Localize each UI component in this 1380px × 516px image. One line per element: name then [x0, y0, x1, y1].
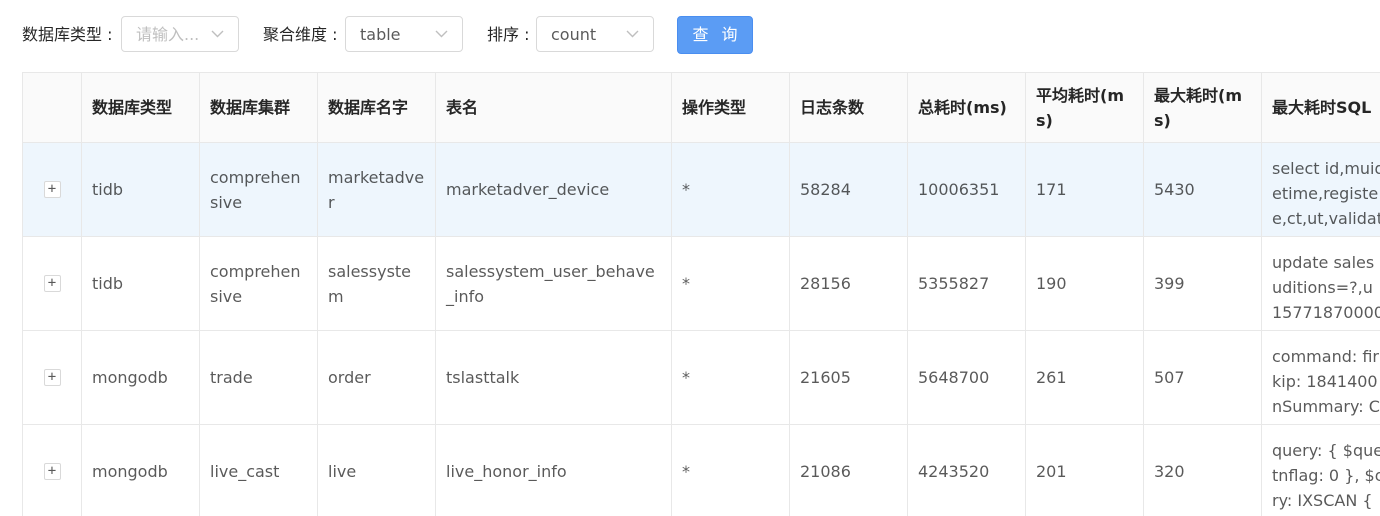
db-type-select[interactable]: 请输入...: [121, 16, 239, 52]
sort-label: 排序 :: [487, 25, 530, 44]
expand-cell: +: [22, 142, 82, 237]
table-row[interactable]: + tidb comprehensive marketadver marketa…: [22, 142, 1380, 237]
cell-op-type: *: [671, 236, 790, 331]
cell-total-ms: 5648700: [907, 330, 1026, 425]
cell-table-name: salessystem_user_behave_info: [435, 236, 672, 331]
sql-line: query: { $que: [1272, 441, 1380, 460]
header-db-cluster[interactable]: 数据库集群: [199, 72, 318, 143]
query-button[interactable]: 查 询: [677, 16, 753, 54]
sort-select[interactable]: count: [536, 16, 654, 52]
dimension-value: table: [360, 25, 401, 44]
header-db-type[interactable]: 数据库类型: [81, 72, 200, 143]
cell-db-cluster: comprehensive: [199, 142, 318, 237]
plus-icon[interactable]: +: [43, 463, 61, 480]
sql-line: 15771870000: [1272, 303, 1380, 322]
cell-max-sql: query: { $que tnflag: 0 }, $o ry: IXSCAN…: [1261, 424, 1380, 516]
sql-line: tnflag: 0 }, $o: [1272, 466, 1380, 485]
cell-db-type: tidb: [81, 236, 200, 331]
cell-op-type: *: [671, 424, 790, 516]
cell-max-sql: update sales uditions=?,u 15771870000: [1261, 236, 1380, 331]
sort-value: count: [551, 25, 597, 44]
sql-line: ry: IXSCAN {: [1272, 491, 1373, 510]
cell-log-count: 58284: [789, 142, 908, 237]
results-table-container: 数据库类型 数据库集群 数据库名字 表名 操作类型 日志条数 总耗时(ms) 平…: [22, 72, 1380, 516]
header-expand: [22, 72, 82, 143]
db-type-placeholder: 请输入...: [136, 25, 200, 44]
expand-cell: +: [22, 330, 82, 425]
cell-avg-ms: 171: [1025, 142, 1144, 237]
cell-db-name: marketadver: [317, 142, 436, 237]
cell-db-name: order: [317, 330, 436, 425]
sql-line: e,ct,ut,validat: [1272, 209, 1380, 228]
expand-cell: +: [22, 424, 82, 516]
sql-line: update sales: [1272, 253, 1375, 272]
cell-max-ms: 320: [1143, 424, 1262, 516]
cell-table-name: marketadver_device: [435, 142, 672, 237]
cell-db-type: mongodb: [81, 424, 200, 516]
sql-line: kip: 1841400: [1272, 372, 1378, 391]
header-log-count[interactable]: 日志条数: [789, 72, 908, 143]
cell-max-sql: command: fir kip: 1841400 nSummary: C: [1261, 330, 1380, 425]
cell-db-name: live: [317, 424, 436, 516]
cell-db-type: tidb: [81, 142, 200, 237]
header-total-ms[interactable]: 总耗时(ms): [907, 72, 1026, 143]
table-header-row: 数据库类型 数据库集群 数据库名字 表名 操作类型 日志条数 总耗时(ms) 平…: [22, 72, 1380, 143]
cell-log-count: 28156: [789, 236, 908, 331]
header-db-name[interactable]: 数据库名字: [317, 72, 436, 143]
db-type-label: 数据库类型 :: [22, 25, 113, 44]
chevron-down-icon: [435, 30, 448, 38]
cell-total-ms: 4243520: [907, 424, 1026, 516]
dimension-label: 聚合维度 :: [263, 25, 338, 44]
cell-log-count: 21086: [789, 424, 908, 516]
table-row[interactable]: + tidb comprehensive salessystem salessy…: [22, 236, 1380, 331]
cell-total-ms: 5355827: [907, 236, 1026, 331]
cell-db-cluster: trade: [199, 330, 318, 425]
cell-max-ms: 507: [1143, 330, 1262, 425]
chevron-down-icon: [211, 30, 224, 38]
dimension-select[interactable]: table: [345, 16, 463, 52]
plus-icon[interactable]: +: [43, 181, 61, 198]
sql-line: nSummary: C: [1272, 397, 1380, 416]
header-max-sql[interactable]: 最大耗时SQL: [1261, 72, 1380, 143]
header-table-name[interactable]: 表名: [435, 72, 672, 143]
cell-op-type: *: [671, 142, 790, 237]
table-row[interactable]: + mongodb live_cast live live_honor_info…: [22, 424, 1380, 516]
sql-line: uditions=?,u: [1272, 278, 1373, 297]
sql-line: command: fir: [1272, 347, 1379, 366]
sql-line: select id,muid: [1272, 159, 1380, 178]
cell-db-cluster: live_cast: [199, 424, 318, 516]
filter-bar: 数据库类型 : 请输入... 聚合维度 : table 排序 : count 查…: [0, 0, 1380, 72]
cell-log-count: 21605: [789, 330, 908, 425]
cell-avg-ms: 190: [1025, 236, 1144, 331]
cell-table-name: tslasttalk: [435, 330, 672, 425]
cell-avg-ms: 261: [1025, 330, 1144, 425]
cell-max-sql: select id,muid etime,registe e,ct,ut,val…: [1261, 142, 1380, 237]
cell-avg-ms: 201: [1025, 424, 1144, 516]
header-op-type[interactable]: 操作类型: [671, 72, 790, 143]
cell-db-cluster: comprehensive: [199, 236, 318, 331]
cell-total-ms: 10006351: [907, 142, 1026, 237]
expand-cell: +: [22, 236, 82, 331]
cell-db-name: salessystem: [317, 236, 436, 331]
sql-line: etime,registe: [1272, 184, 1379, 203]
header-max-ms[interactable]: 最大耗时(ms): [1143, 72, 1262, 143]
plus-icon[interactable]: +: [43, 369, 61, 386]
table-row[interactable]: + mongodb trade order tslasttalk * 21605…: [22, 330, 1380, 425]
results-table: 数据库类型 数据库集群 数据库名字 表名 操作类型 日志条数 总耗时(ms) 平…: [22, 72, 1380, 516]
chevron-down-icon: [626, 30, 639, 38]
cell-db-type: mongodb: [81, 330, 200, 425]
cell-max-ms: 399: [1143, 236, 1262, 331]
cell-table-name: live_honor_info: [435, 424, 672, 516]
header-avg-ms[interactable]: 平均耗时(ms): [1025, 72, 1144, 143]
cell-op-type: *: [671, 330, 790, 425]
cell-max-ms: 5430: [1143, 142, 1262, 237]
plus-icon[interactable]: +: [43, 275, 61, 292]
